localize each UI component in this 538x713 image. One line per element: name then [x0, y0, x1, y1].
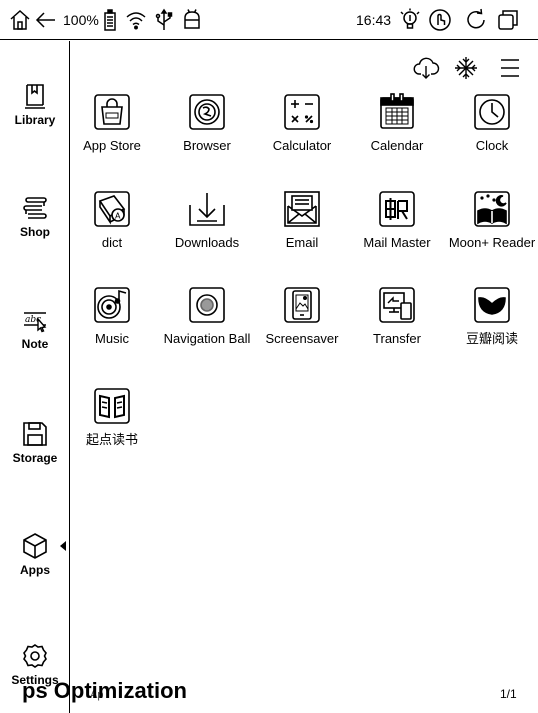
clock-icon	[472, 92, 512, 132]
page-indicator: 1/1	[500, 687, 517, 701]
lightbulb-icon[interactable]	[398, 8, 422, 32]
app-label: Email	[285, 235, 319, 250]
calculator-icon	[282, 92, 322, 132]
screensaver-icon	[282, 285, 322, 325]
app-mail-master[interactable]: Mail Master	[347, 189, 447, 250]
home-icon[interactable]	[8, 8, 32, 32]
sidebar-item-label: Library	[14, 113, 56, 127]
app-label: Calendar	[370, 138, 424, 153]
status-bar: 100% 16:43	[0, 0, 538, 40]
selected-indicator	[60, 541, 66, 551]
note-icon: abc	[20, 305, 50, 335]
app-label: Music	[95, 331, 129, 346]
back-arrow-icon[interactable]	[34, 8, 58, 32]
douban-read-icon	[472, 285, 512, 325]
app-label: Transfer	[373, 331, 421, 346]
app-downloads[interactable]: Downloads	[157, 189, 257, 250]
window-icon[interactable]	[496, 8, 520, 32]
app-label: Browser	[183, 138, 231, 153]
sidebar: Library Shop abc Note Storage Apps Setti…	[0, 41, 70, 713]
menu-icon[interactable]	[496, 54, 524, 82]
battery-icon	[98, 8, 122, 32]
email-icon	[282, 189, 322, 229]
touch-icon[interactable]	[428, 8, 452, 32]
shop-icon	[20, 193, 50, 223]
sidebar-item-note[interactable]: abc Note	[0, 305, 70, 375]
battery-percentage: 100%	[63, 12, 99, 28]
library-icon	[20, 81, 50, 111]
app-screensaver[interactable]: Screensaver	[252, 285, 352, 346]
app-clock[interactable]: Clock	[442, 92, 538, 153]
freeze-icon[interactable]	[452, 54, 480, 82]
app-label: Screensaver	[265, 331, 339, 346]
app-email[interactable]: Email	[252, 189, 352, 250]
apps-icon	[20, 531, 50, 561]
app-label: dict	[101, 235, 123, 250]
storage-icon	[20, 419, 50, 449]
svg-text:A: A	[115, 212, 121, 221]
music-icon	[92, 285, 132, 325]
app-dict[interactable]: A dict	[62, 189, 162, 250]
navigation-ball-icon	[187, 285, 227, 325]
settings-icon	[20, 641, 50, 671]
sidebar-item-label: Storage	[12, 451, 58, 465]
browser-icon	[187, 92, 227, 132]
android-debug-icon	[180, 8, 204, 32]
app-label: 起点读书	[85, 432, 138, 447]
app-label: Moon+ Reader	[448, 235, 536, 250]
app-label: Clock	[475, 138, 509, 153]
transfer-icon	[377, 285, 417, 325]
sidebar-item-storage[interactable]: Storage	[0, 419, 70, 489]
sidebar-item-library[interactable]: Library	[0, 81, 70, 151]
app-store-icon	[92, 92, 132, 132]
sidebar-item-label: Apps	[20, 563, 50, 577]
app-music[interactable]: Music	[62, 285, 162, 346]
sidebar-item-label: Note	[21, 337, 49, 351]
app-label: Downloads	[174, 235, 240, 250]
app-label: 豆瓣阅读	[465, 331, 518, 346]
mail-master-icon	[377, 189, 417, 229]
wifi-icon	[124, 8, 148, 32]
sidebar-item-shop[interactable]: Shop	[0, 193, 70, 263]
app-label: Calculator	[272, 138, 332, 153]
app-calendar[interactable]: Calendar	[347, 92, 447, 153]
sidebar-item-label: Shop	[20, 225, 50, 239]
app-transfer[interactable]: Transfer	[347, 285, 447, 346]
app-browser[interactable]: Browser	[157, 92, 257, 153]
app-qidian-read[interactable]: 起点读书	[62, 386, 162, 447]
app-douban-read[interactable]: 豆瓣阅读	[442, 285, 538, 346]
refresh-icon[interactable]	[464, 8, 488, 32]
moon-reader-icon	[472, 189, 512, 229]
downloads-icon	[187, 189, 227, 229]
app-label: Navigation Ball	[163, 331, 251, 346]
cloud-download-icon[interactable]	[412, 54, 440, 82]
overlay-title: ps Optimization	[22, 678, 187, 703]
app-app-store[interactable]: App Store	[62, 92, 162, 153]
qidian-read-icon	[92, 386, 132, 426]
dict-icon: A	[92, 189, 132, 229]
clock-time: 16:43	[356, 12, 392, 28]
calendar-icon	[377, 92, 417, 132]
app-label: App Store	[83, 138, 141, 153]
usb-icon	[152, 8, 176, 32]
app-label: Mail Master	[363, 235, 431, 250]
app-navigation-ball[interactable]: Navigation Ball	[157, 285, 257, 346]
app-moon-reader[interactable]: Moon+ Reader	[442, 189, 538, 250]
app-calculator[interactable]: Calculator	[252, 92, 352, 153]
